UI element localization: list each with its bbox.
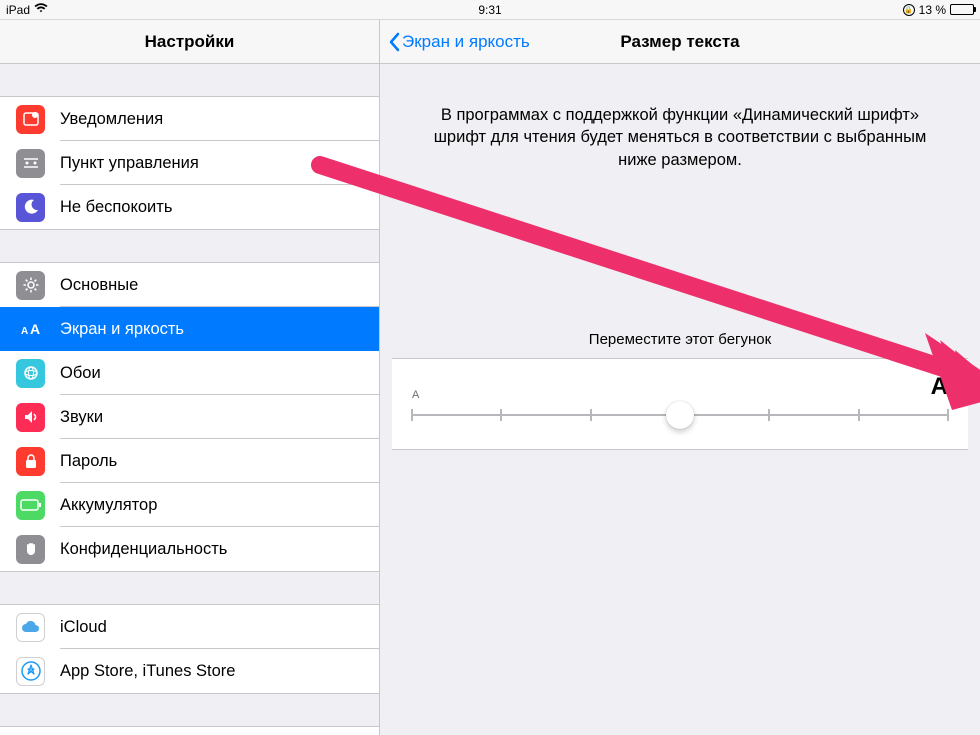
sidebar-item-label: Конфиденциальность: [60, 540, 227, 559]
sidebar-item-label: Аккумулятор: [60, 496, 157, 515]
battery-percent: 13 %: [919, 3, 946, 17]
sidebar-item-battery[interactable]: Аккумулятор: [0, 483, 379, 527]
sidebar-item-icloud[interactable]: iCloud: [0, 605, 379, 649]
sidebar-item-sounds[interactable]: Звуки: [0, 395, 379, 439]
svg-text:A: A: [30, 321, 40, 337]
slider-label-big: A: [931, 373, 948, 401]
sound-icon: [16, 403, 45, 432]
back-label: Экран и яркость: [402, 32, 530, 52]
detail-title: Размер текста: [620, 32, 739, 52]
sidebar-item-label: Обои: [60, 364, 101, 383]
back-button[interactable]: Экран и яркость: [388, 32, 530, 52]
control-center-icon: [16, 149, 45, 178]
text-size-slider-panel: A A: [392, 358, 968, 450]
status-bar: iPad 9:31 13 %: [0, 0, 980, 20]
sidebar-list[interactable]: Уведомления Пункт управления Не беспокоить…: [0, 64, 379, 735]
text-size-slider[interactable]: [412, 401, 948, 429]
lock-icon: [16, 447, 45, 476]
sidebar-item-label: Пункт управления: [60, 154, 199, 173]
clock: 9:31: [478, 3, 501, 17]
cloud-icon: [16, 613, 45, 642]
moon-icon: [16, 193, 45, 222]
sidebar-item-control-center[interactable]: Пункт управления: [0, 141, 379, 185]
orientation-lock-icon: [903, 4, 915, 16]
sidebar-title: Настройки: [145, 32, 235, 52]
sidebar-item-label: Звуки: [60, 408, 103, 427]
sidebar-item-stores[interactable]: App Store, iTunes Store: [0, 649, 379, 693]
sidebar-item-privacy[interactable]: Конфиденциальность: [0, 527, 379, 571]
sidebar-item-label: Основные: [60, 276, 138, 295]
device-label: iPad: [6, 3, 30, 17]
sidebar-item-mail[interactable]: Почта, адреса, календари: [0, 727, 379, 735]
slider-knob[interactable]: [666, 401, 694, 429]
notification-icon: [16, 105, 45, 134]
appstore-icon: [16, 657, 45, 686]
gear-icon: [16, 271, 45, 300]
sidebar-item-general[interactable]: Основные: [0, 263, 379, 307]
sidebar-navbar: Настройки: [0, 20, 379, 64]
slider-caption: Переместите этот бегунок: [380, 331, 980, 348]
battery-icon: [16, 491, 45, 520]
wallpaper-icon: [16, 359, 45, 388]
sidebar-item-label: Экран и яркость: [60, 320, 184, 339]
sidebar-item-passcode[interactable]: Пароль: [0, 439, 379, 483]
detail-navbar: Экран и яркость Размер текста: [380, 20, 980, 64]
settings-sidebar: Настройки Уведомления Пункт управления Не …: [0, 20, 380, 735]
sidebar-item-label: App Store, iTunes Store: [60, 662, 235, 681]
sidebar-item-dnd[interactable]: Не беспокоить: [0, 185, 379, 229]
dynamic-type-description: В программах с поддержкой функции «Динам…: [380, 104, 980, 171]
wifi-icon: [34, 2, 48, 17]
sidebar-item-display[interactable]: AA Экран и яркость: [0, 307, 379, 351]
slider-label-small: A: [412, 389, 419, 401]
hand-icon: [16, 535, 45, 564]
sidebar-item-label: Пароль: [60, 452, 117, 471]
battery-icon: [950, 4, 974, 15]
svg-text:A: A: [21, 326, 28, 337]
sidebar-item-notifications[interactable]: Уведомления: [0, 97, 379, 141]
aa-icon: AA: [16, 315, 45, 344]
sidebar-item-label: Не беспокоить: [60, 198, 172, 217]
sidebar-item-label: Уведомления: [60, 110, 163, 129]
sidebar-item-label: iCloud: [60, 618, 107, 637]
sidebar-item-wallpaper[interactable]: Обои: [0, 351, 379, 395]
detail-pane: Экран и яркость Размер текста В программ…: [380, 20, 980, 735]
